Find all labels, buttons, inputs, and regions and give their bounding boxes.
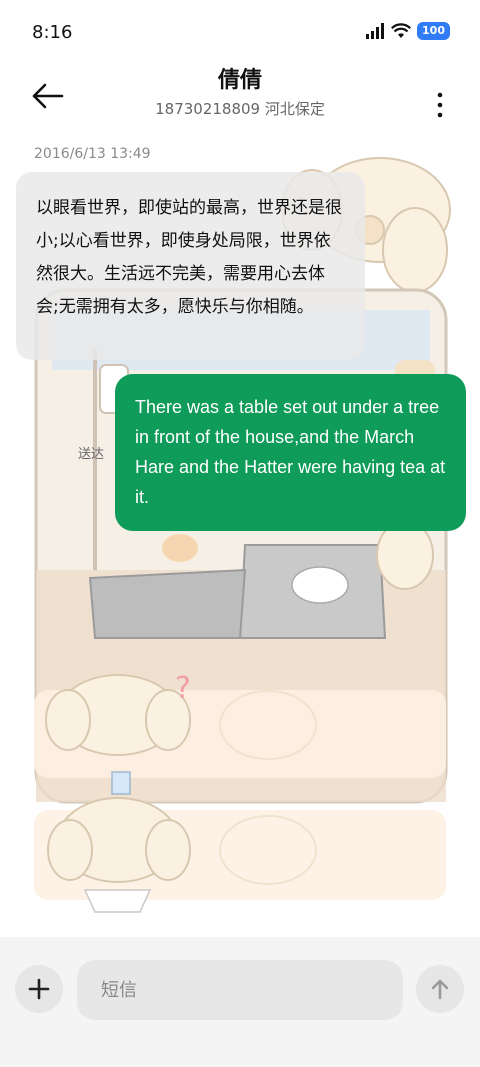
- signal-icon: [366, 23, 385, 39]
- status-bar: 8:16 100: [0, 0, 480, 66]
- contact-number-location: 18730218809 河北保定: [155, 100, 325, 118]
- message-timestamp: 2016/6/13 13:49: [34, 146, 151, 162]
- outgoing-message-text: There was a table set out under a tree i…: [135, 397, 446, 507]
- status-icons: 100: [365, 22, 450, 40]
- more-options-button[interactable]: [430, 78, 450, 118]
- incoming-message-text: 以眼看世界，即使站的最高，世界还是很小;以心看世界，即使身处局限，世界依然很大。…: [36, 198, 342, 317]
- battery-icon: 100: [417, 22, 450, 40]
- svg-text:?: ?: [175, 671, 191, 706]
- incoming-message-bubble[interactable]: 以眼看世界，即使站的最高，世界还是很小;以心看世界，即使身处局限，世界依然很大。…: [16, 172, 365, 360]
- title-block: 倩倩 18730218809 河北保定: [0, 66, 480, 119]
- send-arrow-icon: [431, 979, 449, 1000]
- attach-button[interactable]: [15, 965, 63, 1013]
- wifi-icon: [391, 23, 412, 38]
- more-vert-icon: [437, 92, 443, 118]
- outgoing-message-bubble[interactable]: There was a table set out under a tree i…: [115, 374, 466, 531]
- plus-icon: [28, 978, 50, 1000]
- message-input[interactable]: [77, 960, 403, 1020]
- composer-bar: [0, 937, 480, 1067]
- status-time: 8:16: [32, 22, 73, 43]
- back-button[interactable]: [30, 76, 70, 116]
- conversation-header: 倩倩 18730218809 河北保定: [0, 66, 480, 136]
- delivered-status: 送达: [78, 447, 105, 462]
- send-button[interactable]: [416, 965, 464, 1013]
- contact-name: 倩倩: [217, 68, 262, 93]
- back-arrow-icon: [32, 83, 64, 109]
